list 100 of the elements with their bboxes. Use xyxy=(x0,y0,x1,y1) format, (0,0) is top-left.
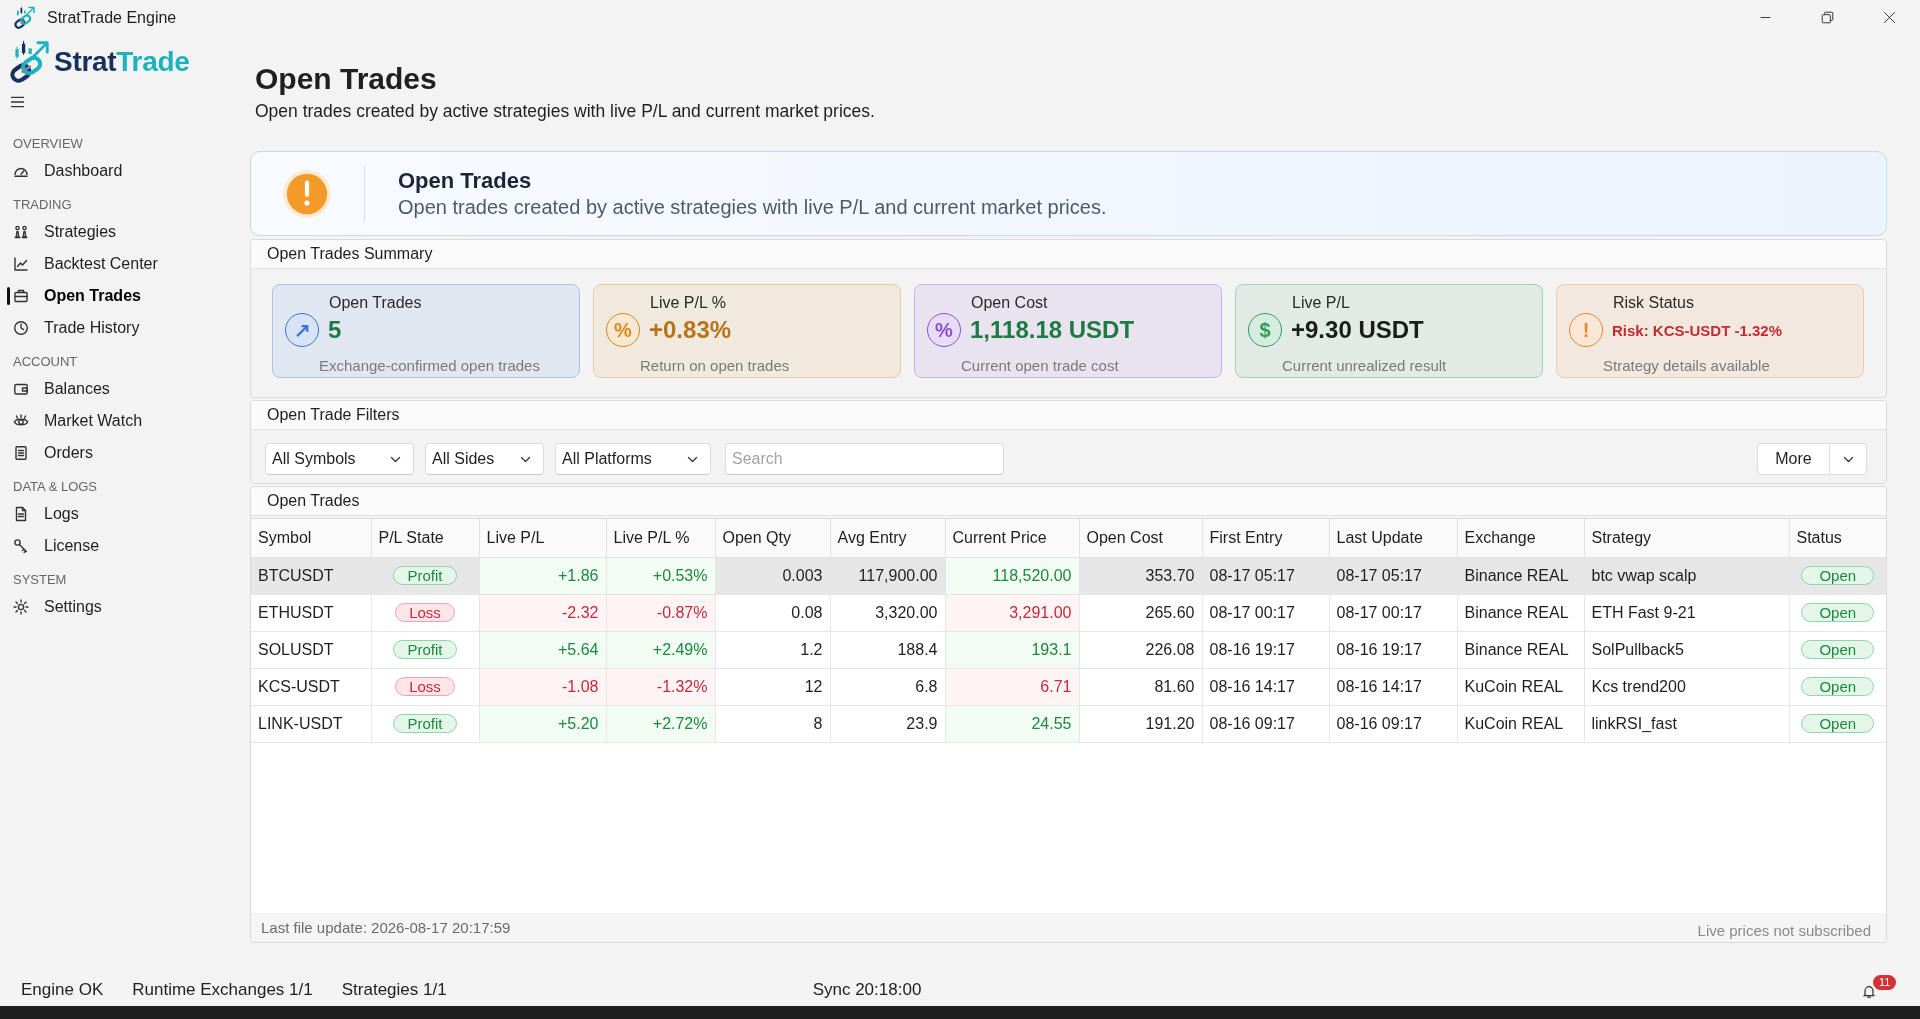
table-cell: 08-16 19:17 xyxy=(1202,631,1329,668)
card-value: Risk: KCS-USDT -1.32% xyxy=(1612,321,1783,339)
window-title: StratTrade Engine xyxy=(47,8,177,27)
more-button[interactable]: More xyxy=(1757,443,1829,475)
card-note: Return on open trades xyxy=(639,357,791,375)
table-cell: +0.53% xyxy=(606,557,715,594)
card-value: +0.83% xyxy=(649,316,732,344)
card-note: Current open trade cost xyxy=(960,357,1120,375)
column-header[interactable]: Symbol xyxy=(251,519,371,557)
table-cell: +2.49% xyxy=(606,631,715,668)
table-row[interactable]: KCS-USDT Loss -1.08 -1.32% 12 6.8 6.71 81.60 08-16 14:17 08-16 14:17 KuCoin REAL Kcs trend200 Open xyxy=(251,668,1886,705)
column-header[interactable]: Avg Entry xyxy=(830,519,945,557)
column-header[interactable]: P/L State xyxy=(371,519,479,557)
table-cell: 24.55 xyxy=(945,705,1079,742)
filter-dropdown[interactable]: All Symbols xyxy=(265,443,414,475)
sidebar-item[interactable]: Dashboard xyxy=(0,155,250,187)
table-cell: +5.64 xyxy=(479,631,606,668)
table-cell: 12 xyxy=(715,668,830,705)
sidebar-item[interactable]: Orders xyxy=(0,437,250,469)
table-cell: 08-16 09:17 xyxy=(1329,705,1457,742)
sidebar-item[interactable]: Strategies xyxy=(0,216,250,248)
card-note: Strategy details available xyxy=(1602,357,1771,375)
table-cell: 6.71 xyxy=(945,668,1079,705)
menu-icon[interactable] xyxy=(10,95,25,109)
column-header[interactable]: Open Cost xyxy=(1079,519,1202,557)
notification-bell-icon[interactable] xyxy=(1862,984,1876,999)
section-heading: OVERVIEW xyxy=(12,135,84,153)
column-header[interactable]: Live P/L % xyxy=(606,519,715,557)
line-chart-icon xyxy=(13,256,29,272)
table-cell: 08-16 09:17 xyxy=(1202,705,1329,742)
section-heading: DATA & LOGS xyxy=(12,478,99,496)
column-header[interactable]: First Entry xyxy=(1202,519,1329,557)
section-heading: ACCOUNT xyxy=(12,353,79,371)
filter-dropdown[interactable]: All Platforms xyxy=(555,443,711,475)
table-cell: 3,320.00 xyxy=(830,594,945,631)
card-label: Open Cost xyxy=(970,293,1049,312)
pl-state-badge: Profit xyxy=(393,566,457,586)
search-field[interactable]: Search xyxy=(725,443,1004,475)
banner-title: Open Trades xyxy=(398,168,533,194)
column-header[interactable]: Strategy xyxy=(1584,519,1789,557)
status-text: Engine OK xyxy=(21,980,104,1000)
filter-dropdown[interactable]: All Sides xyxy=(425,443,544,475)
status-badge: Open xyxy=(1801,603,1875,623)
table-cell: Binance REAL xyxy=(1457,557,1584,594)
table-row[interactable]: LINK-USDT Profit +5.20 +2.72% 8 23.9 24.55 191.20 08-16 09:17 08-16 09:17 KuCoin REAL linkRSI_fast Open xyxy=(251,705,1886,742)
table-row[interactable]: SOLUSDT Profit +5.64 +2.49% 1.2 188.4 193.1 226.08 08-16 19:17 08-16 19:17 Binance REAL SolPullback5 Open xyxy=(251,631,1886,668)
column-header[interactable]: Last Update xyxy=(1329,519,1457,557)
table-cell: KCS-USDT xyxy=(251,668,371,705)
sidebar-item[interactable]: Trade History xyxy=(0,312,250,344)
section-heading: TRADING xyxy=(12,196,73,214)
table-cell: 08-17 00:17 xyxy=(1329,594,1457,631)
table-cell: 08-17 00:17 xyxy=(1202,594,1329,631)
table-cell: 8 xyxy=(715,705,830,742)
table-cell: 0.003 xyxy=(715,557,830,594)
table-cell: 08-17 05:17 xyxy=(1329,557,1457,594)
column-header[interactable]: Status xyxy=(1789,519,1886,557)
card-note: Exchange-confirmed open trades xyxy=(318,357,541,375)
table-cell: +2.72% xyxy=(606,705,715,742)
table-cell: 08-16 19:17 xyxy=(1329,631,1457,668)
sidebar-item[interactable]: Logs xyxy=(0,498,250,530)
panel-title: Open Trade Filters xyxy=(251,401,1886,430)
table-row[interactable]: BTCUSDT Profit +1.86 +0.53% 0.003 117,900.00 118,520.00 353.70 08-17 05:17 08-17 05:17 Binance REAL btc vwap scalp Open xyxy=(251,557,1886,594)
table-row[interactable]: ETHUSDT Loss -2.32 -0.87% 0.08 3,320.00 3,291.00 265.60 08-17 00:17 08-17 00:17 Binance REAL ETH Fast 9-21 Open xyxy=(251,594,1886,631)
page-title: Open Trades xyxy=(255,61,438,97)
app-logo-icon xyxy=(12,5,36,30)
sidebar-item[interactable]: Backtest Center xyxy=(0,248,250,280)
card-value: +9.30 USDT xyxy=(1291,316,1424,344)
table-cell: 81.60 xyxy=(1079,668,1202,705)
table-cell: 08-16 14:17 xyxy=(1202,668,1329,705)
panel-title: Open Trades xyxy=(251,487,1886,516)
briefcase-icon xyxy=(13,288,29,304)
sidebar-item[interactable]: Market Watch xyxy=(0,405,250,437)
sidebar-item[interactable]: Settings xyxy=(0,591,250,623)
table-cell: 3,291.00 xyxy=(945,594,1079,631)
price-status-text: Live prices not subscribed xyxy=(1697,920,1871,939)
sidebar-item[interactable]: License xyxy=(0,530,250,562)
table-cell: 353.70 xyxy=(1079,557,1202,594)
status-text: Runtime Exchanges 1/1 xyxy=(132,980,313,1000)
sidebar-item[interactable]: Open Trades xyxy=(0,280,250,312)
eye-icon xyxy=(13,413,29,429)
table-cell: 265.60 xyxy=(1079,594,1202,631)
column-header[interactable]: Open Qty xyxy=(715,519,830,557)
column-header[interactable]: Current Price xyxy=(945,519,1079,557)
settings-icon xyxy=(13,599,29,615)
warning-icon xyxy=(283,169,331,218)
panel-title: Open Trades Summary xyxy=(251,240,1886,269)
sidebar-item[interactable]: Balances xyxy=(0,373,250,405)
table-cell: -2.32 xyxy=(479,594,606,631)
status-text: Strategies 1/1 xyxy=(341,980,447,1000)
table-cell: +1.86 xyxy=(479,557,606,594)
column-header[interactable]: Live P/L xyxy=(479,519,606,557)
table-cell: SOLUSDT xyxy=(251,631,371,668)
table-cell: 188.4 xyxy=(830,631,945,668)
table-cell: Binance REAL xyxy=(1457,631,1584,668)
file-icon xyxy=(13,506,29,522)
pl-state-badge: Loss xyxy=(395,603,455,623)
table-cell: +5.20 xyxy=(479,705,606,742)
table-cell: 118,520.00 xyxy=(945,557,1079,594)
table-cell: 226.08 xyxy=(1079,631,1202,668)
column-header[interactable]: Exchange xyxy=(1457,519,1584,557)
